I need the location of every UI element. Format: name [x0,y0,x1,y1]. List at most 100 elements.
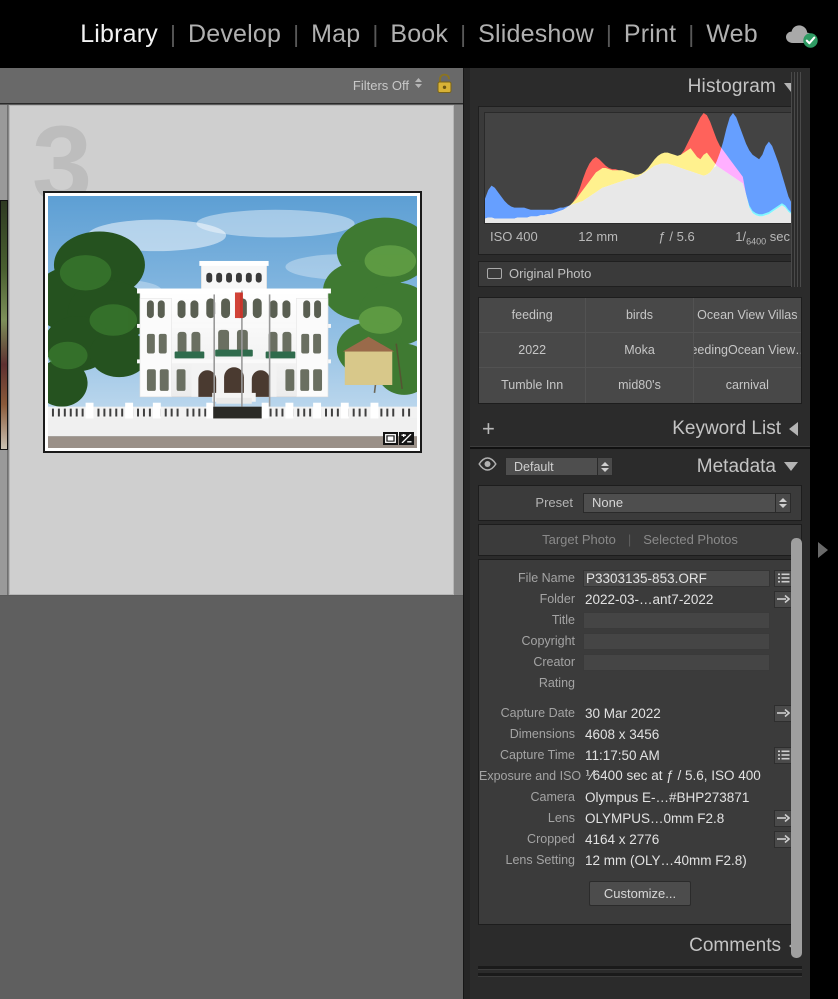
keyword-suggestion[interactable]: 2022 [479,332,587,368]
histogram-iso: ISO 400 [490,229,538,244]
stepper-icon[interactable] [597,458,612,476]
crop-badge-icon[interactable] [383,432,398,445]
thumbnail-image[interactable] [0,200,8,450]
scrollbar-thumb[interactable] [791,538,802,958]
histogram-box: ISO 400 12 mm ƒ / 5.6 1/6400 sec [478,106,802,255]
panel-divider[interactable] [463,68,470,999]
metadata-label: Exposure and ISO [479,769,582,784]
histogram-panel-header[interactable]: Histogram [470,68,810,106]
eye-icon[interactable] [478,457,497,476]
stepper-icon[interactable] [413,75,424,96]
metadata-panel-header[interactable]: Default Metadata [470,449,810,485]
metadata-target-toggle: Target Photo | Selected Photos [479,525,801,555]
histogram-plot[interactable] [484,112,796,224]
metadata-value[interactable]: 30 Mar 2022 [583,706,770,721]
metadata-value[interactable]: Olympus E-…#BHP273871 [583,790,770,805]
keyword-list-title: Keyword List [672,417,781,439]
metadata-value[interactable]: P3303135-853.ORF [583,569,770,587]
padlock-open-icon[interactable] [436,73,453,99]
thumbnail-frame[interactable] [43,191,422,453]
metadata-value[interactable] [583,632,770,650]
metadata-row: Rating [479,673,801,694]
keyword-suggestion[interactable]: mid80's [586,367,694,403]
module-map[interactable]: Map [299,21,372,47]
metadata-label: Lens [547,811,575,826]
keyword-suggestion[interactable]: Moka [586,332,694,368]
metadata-value[interactable] [583,653,770,671]
metadata-row: Cropped 4164 x 2776 [479,829,801,850]
module-library[interactable]: Library [68,21,170,47]
histogram-shutter-speed: 1/6400 sec [735,229,790,247]
module-book[interactable]: Book [378,21,460,47]
metadata-value[interactable] [583,611,770,629]
metadata-value[interactable]: 11:17:50 AM [583,748,770,763]
metadata-value[interactable]: 12 mm (OLY…40mm F2.8) [583,853,770,868]
panel-scrollbar[interactable] [791,68,802,999]
metadata-label: Cropped [527,832,575,847]
rectangle-icon [487,268,502,280]
module-slideshow[interactable]: Slideshow [466,21,606,47]
shutter-numerator: 1 [735,229,743,244]
histogram-exif-row: ISO 400 12 mm ƒ / 5.6 1/6400 sec [484,224,796,249]
metadata-label: Camera [530,790,575,805]
metadata-row: Copyright [479,631,801,652]
metadata-preset-row: Preset None [479,486,801,520]
metadata-value[interactable]: 2022-03-…ant7-2022 [583,592,770,607]
metadata-row: Title [479,610,801,631]
keyword-suggestion[interactable]: Tumble Inn [479,367,587,403]
metadata-value[interactable]: OLYMPUS…0mm F2.8 [583,811,770,826]
module-print[interactable]: Print [612,21,688,47]
metadata-row: Dimensions 4608 x 3456 [479,724,801,745]
grid-cell-previous[interactable] [0,105,8,595]
keyword-suggestion[interactable]: Ocean View Villas [693,298,801,333]
histogram-focal-length: 12 mm [578,229,618,244]
metadata-title: Metadata [696,455,776,477]
library-filter-bar: Filters Off [0,68,463,104]
shutter-denominator: 6400 [746,236,767,247]
keyword-suggestion[interactable]: feeding [479,297,587,333]
develop-settings-badge-icon[interactable] [399,432,414,445]
metadata-preset-section: Preset None [478,484,802,521]
module-develop[interactable]: Develop [176,21,293,47]
metadata-value[interactable]: 4164 x 2776 [583,832,770,847]
metadata-label: Dimensions [509,727,575,742]
metadata-label: Capture Date [500,706,575,721]
metadata-value[interactable]: ⅟6400 sec at ƒ / 5.6, ISO 400 [583,768,770,784]
keyword-suggestions-grid: feeding birds Ocean View Villas 2022 Moka fee… [478,296,802,404]
keyword-list-panel-header[interactable]: + Keyword List [470,412,810,446]
cloud-check-icon[interactable] [784,23,820,49]
metadata-row: Lens OLYMPUS…0mm F2.8 [479,808,801,829]
thumbnail-image[interactable] [48,196,417,448]
customize-button[interactable]: Customize... [588,880,692,906]
metadata-preset-select[interactable]: None [583,492,791,513]
right-panel-collapse-arrow[interactable] [818,542,828,558]
keyword-suggestion[interactable]: birds [586,297,694,333]
metadata-row: Exposure and ISO ⅟6400 sec at ƒ / 5.6, IS… [479,766,801,787]
metadata-row: Creator [479,652,801,673]
target-separator: | [627,532,632,548]
plus-icon[interactable]: + [482,417,495,440]
comments-panel-header[interactable]: Comments [470,928,810,964]
metadata-body: Preset None Target Photo | Selected Phot… [478,484,802,925]
target-photo-tab[interactable]: Target Photo [542,532,616,547]
metadata-label: Capture Time [499,748,575,763]
right-edge-strip [810,68,838,999]
metadata-field-gap [479,694,801,703]
selected-photos-tab[interactable]: Selected Photos [643,532,738,547]
original-photo-toggle[interactable]: Original Photo [478,260,802,287]
metadata-label: Copyright [521,634,576,649]
panel-bottom-grooves [478,965,802,977]
metadata-label: Title [551,613,575,628]
comments-title: Comments [689,934,781,956]
stepper-icon[interactable] [775,493,790,512]
keyword-suggestion[interactable]: carnival [694,368,801,403]
grid-cell-selected[interactable]: 3 [9,105,454,595]
filters-off-label[interactable]: Filters Off [353,78,409,93]
metadata-view-select[interactable]: Default [505,457,613,477]
metadata-row: Capture Date 30 Mar 2022 [479,703,801,724]
metadata-preset-label: Preset [535,495,573,511]
metadata-value[interactable]: 4608 x 3456 [583,727,770,742]
module-web[interactable]: Web [694,21,770,47]
keyword-suggestion[interactable]: feedingOcean View… [693,333,801,368]
metadata-row: Lens Setting 12 mm (OLY…40mm F2.8) [479,850,801,871]
